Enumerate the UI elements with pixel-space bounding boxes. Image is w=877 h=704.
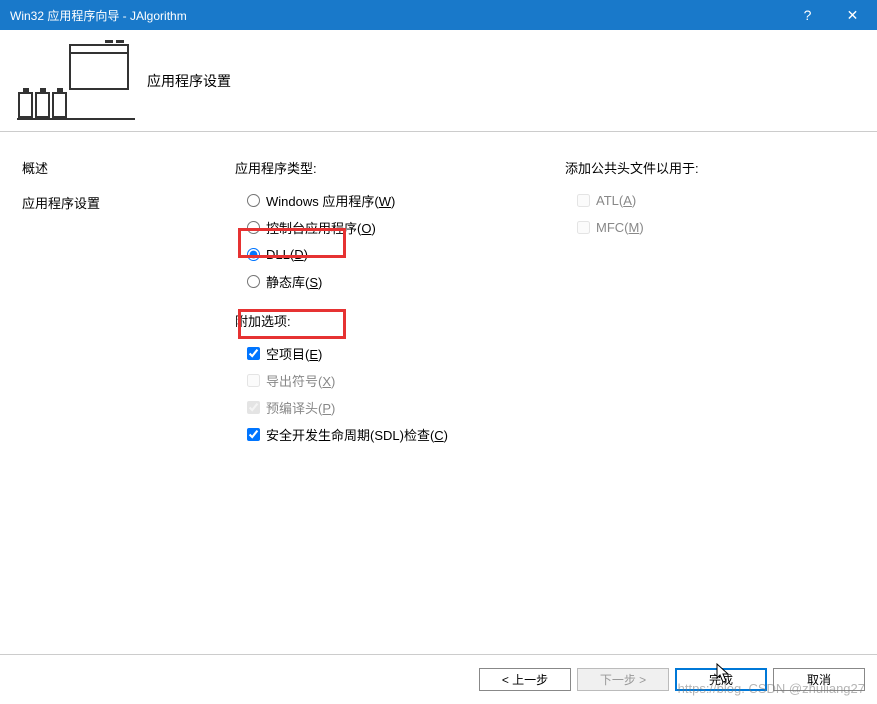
titlebar: Win32 应用程序向导 - JAlgorithm ? ✕ (0, 0, 877, 30)
next-button: 下一步 > (577, 668, 669, 691)
option-static-lib[interactable]: 静态库(S) (235, 268, 565, 295)
public-header-label: 添加公共头文件以用于: (565, 158, 877, 177)
banner-title: 应用程序设置 (147, 71, 231, 91)
option-mfc: MFC(M) (565, 214, 877, 241)
option-dll[interactable]: DLL(D) (235, 241, 565, 268)
extra-options-label: 附加选项: (235, 311, 565, 330)
sidebar-item-overview[interactable]: 概述 (22, 158, 235, 177)
checkbox-empty-project[interactable] (247, 347, 260, 360)
body: 概述 应用程序设置 应用程序类型: Windows 应用程序(W) 控制台应用程… (0, 132, 877, 654)
option-empty-project[interactable]: 空项目(E) (235, 340, 565, 367)
checkbox-sdl-check[interactable] (247, 428, 260, 441)
radio-dll[interactable] (247, 248, 260, 261)
wizard-icon (17, 40, 135, 122)
help-button[interactable]: ? (785, 0, 830, 30)
col-app-type: 应用程序类型: Windows 应用程序(W) 控制台应用程序(O) DLL(D… (235, 158, 565, 654)
app-type-label: 应用程序类型: (235, 158, 565, 177)
option-console-app[interactable]: 控制台应用程序(O) (235, 214, 565, 241)
label-precompiled: 预编译头(P) (266, 398, 335, 417)
label-console-app: 控制台应用程序(O) (266, 218, 376, 237)
close-button[interactable]: ✕ (830, 0, 875, 30)
checkbox-mfc (577, 221, 590, 234)
sidebar-item-app-settings[interactable]: 应用程序设置 (22, 193, 235, 212)
label-atl: ATL(A) (596, 193, 636, 208)
footer: < 上一步 下一步 > 完成 取消 https://blog. CSDN @zh… (0, 654, 877, 704)
option-export-symbols: 导出符号(X) (235, 367, 565, 394)
sidebar: 概述 应用程序设置 (0, 132, 235, 654)
option-precompiled: 预编译头(P) (235, 394, 565, 421)
label-sdl-check: 安全开发生命周期(SDL)检查(C) (266, 425, 448, 444)
checkbox-atl (577, 194, 590, 207)
titlebar-text: Win32 应用程序向导 - JAlgorithm (10, 7, 785, 24)
main: 应用程序类型: Windows 应用程序(W) 控制台应用程序(O) DLL(D… (235, 132, 877, 654)
checkbox-export-symbols (247, 374, 260, 387)
radio-static-lib[interactable] (247, 275, 260, 288)
label-empty-project: 空项目(E) (266, 344, 322, 363)
prev-button[interactable]: < 上一步 (479, 668, 571, 691)
col-public-headers: 添加公共头文件以用于: ATL(A) MFC(M) (565, 158, 877, 654)
option-sdl-check[interactable]: 安全开发生命周期(SDL)检查(C) (235, 421, 565, 448)
label-export-symbols: 导出符号(X) (266, 371, 335, 390)
label-static-lib: 静态库(S) (266, 272, 322, 291)
banner: 应用程序设置 (0, 30, 877, 132)
watermark: https://blog. CSDN @zhuliang27 (678, 681, 865, 696)
checkbox-precompiled (247, 401, 260, 414)
radio-windows-app[interactable] (247, 194, 260, 207)
label-mfc: MFC(M) (596, 220, 644, 235)
label-windows-app: Windows 应用程序(W) (266, 191, 395, 210)
option-atl: ATL(A) (565, 187, 877, 214)
label-dll: DLL(D) (266, 247, 308, 262)
radio-console-app[interactable] (247, 221, 260, 234)
option-windows-app[interactable]: Windows 应用程序(W) (235, 187, 565, 214)
